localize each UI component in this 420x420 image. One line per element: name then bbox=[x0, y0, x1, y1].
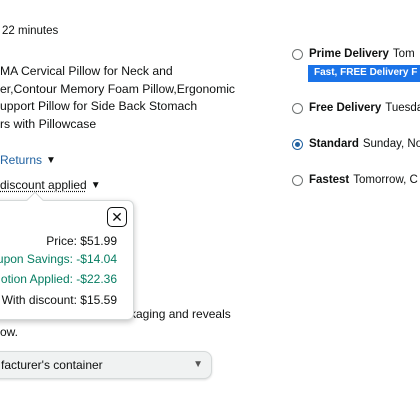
product-title-line: rs with Pillowcase bbox=[0, 116, 97, 131]
product-title-line: upport Pillow for Side Back Stomach bbox=[0, 99, 198, 113]
delivery-option-name: Prime Delivery bbox=[309, 48, 389, 60]
delivery-option-name: Fastest bbox=[309, 174, 350, 186]
chevron-down-icon: ▼ bbox=[90, 179, 101, 191]
chevron-down-icon: ▼ bbox=[193, 359, 203, 370]
coupon-savings-line: upon Savings: -$14.04 bbox=[0, 252, 117, 266]
discount-label: discount applied bbox=[0, 178, 87, 192]
product-title: MA Cervical Pillow for Neck and er,Conto… bbox=[0, 63, 262, 133]
product-title-line: MA Cervical Pillow for Neck and bbox=[0, 64, 173, 78]
delivery-option-free[interactable]: Free Delivery Tuesda bbox=[292, 102, 420, 114]
radio-button[interactable] bbox=[292, 102, 303, 114]
radio-button[interactable] bbox=[292, 174, 303, 186]
delivery-option-name: Free Delivery bbox=[309, 102, 382, 114]
delivery-options-panel bbox=[264, 0, 420, 420]
packaging-select[interactable]: facturer's container ▼ bbox=[0, 351, 212, 379]
packaging-select-value: facturer's container bbox=[1, 358, 103, 372]
fast-free-delivery-badge: Fast, FREE Delivery F bbox=[308, 65, 420, 82]
close-symbol: ✕ bbox=[111, 209, 123, 225]
product-details-panel: 22 minutes MA Cervical Pillow for Neck a… bbox=[0, 0, 264, 420]
delivery-option-standard[interactable]: Standard Sunday, No bbox=[292, 138, 420, 150]
close-icon[interactable]: ✕ bbox=[107, 207, 127, 227]
packaging-description-cont: ow. bbox=[0, 325, 19, 339]
delivery-option-fastest[interactable]: Fastest Tomorrow, C bbox=[292, 174, 418, 186]
product-title-line: er,Contour Memory Foam Pillow,Ergonomic bbox=[0, 81, 236, 96]
radio-button-selected[interactable] bbox=[292, 138, 303, 150]
delivery-option-name: Standard bbox=[309, 138, 359, 150]
promotion-applied-line: otion Applied: -$22.36 bbox=[0, 272, 117, 286]
discount-applied-link[interactable]: discount applied ▼ bbox=[0, 178, 101, 192]
packaging-description: kaging and reveals bbox=[130, 307, 231, 321]
returns-label: Returns bbox=[0, 153, 43, 167]
price-line: Price: $51.99 bbox=[46, 234, 117, 248]
popover-caret bbox=[26, 191, 44, 209]
radio-button[interactable] bbox=[292, 48, 303, 60]
returns-link[interactable]: Returns ▼ bbox=[0, 153, 56, 167]
delivery-option-prime[interactable]: Prime Delivery Tom bbox=[292, 48, 415, 60]
delivery-option-detail: Tomorrow, C bbox=[353, 174, 418, 186]
delivery-option-detail: Tuesda bbox=[385, 102, 420, 114]
chevron-down-icon: ▼ bbox=[46, 154, 56, 166]
delivery-option-detail: Tom bbox=[392, 48, 415, 60]
final-price-line: With discount: $15.59 bbox=[1, 293, 117, 307]
delivery-option-detail: Sunday, No bbox=[362, 138, 420, 150]
delivery-countdown: 22 minutes bbox=[2, 25, 59, 37]
discount-popover: ✕ Price: $51.99 upon Savings: -$14.04 ot… bbox=[0, 191, 134, 320]
